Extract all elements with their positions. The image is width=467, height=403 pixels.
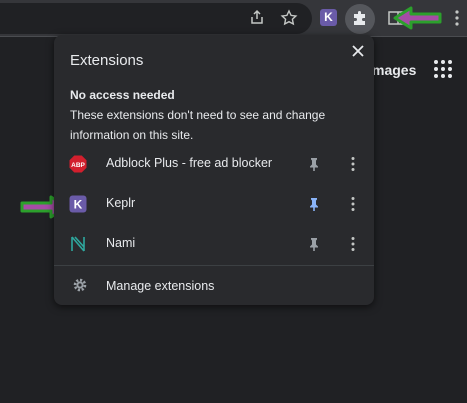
gear-icon <box>73 278 87 292</box>
more-options-icon[interactable] <box>344 235 362 253</box>
more-options-icon[interactable] <box>344 195 362 213</box>
section-description: These extensions don't need to see and c… <box>70 108 326 142</box>
manage-extensions-button[interactable]: Manage extensions <box>54 270 374 300</box>
divider <box>54 265 374 266</box>
close-icon[interactable] <box>348 41 368 61</box>
extension-row-nami[interactable]: Nami <box>54 224 374 264</box>
manage-extensions-label: Manage extensions <box>106 279 215 293</box>
extension-name: Adblock Plus - free ad blocker <box>106 156 273 170</box>
bookmark-star-icon[interactable] <box>279 8 299 28</box>
nami-icon <box>71 236 85 252</box>
menu-more-icon[interactable] <box>447 8 467 28</box>
keplr-extension-icon[interactable]: K <box>320 9 337 26</box>
abp-icon: ABP <box>69 155 87 173</box>
extension-row-adblock[interactable]: ABP Adblock Plus - free ad blocker <box>54 144 374 184</box>
section-title: No access needed <box>70 88 175 102</box>
annotation-arrow-left-icon <box>393 6 442 30</box>
images-link[interactable]: mages <box>372 62 416 78</box>
popup-title: Extensions <box>70 52 144 69</box>
svg-text:ABP: ABP <box>71 162 85 169</box>
pin-icon[interactable] <box>306 236 322 252</box>
svg-text:K: K <box>74 198 83 212</box>
extensions-popup: Extensions No access needed These extens… <box>54 35 374 305</box>
keplr-icon: K <box>69 195 87 213</box>
pin-icon-pinned[interactable] <box>306 196 322 212</box>
extension-name: Keplr <box>106 196 136 210</box>
extensions-puzzle-icon[interactable] <box>350 8 370 28</box>
pin-icon[interactable] <box>306 156 322 172</box>
share-icon[interactable] <box>247 8 267 28</box>
extension-row-keplr[interactable]: K Keplr <box>54 184 374 224</box>
more-options-icon[interactable] <box>344 155 362 173</box>
extension-name: Nami <box>106 236 136 250</box>
browser-toolbar: K <box>0 0 467 37</box>
apps-grid-icon[interactable] <box>434 60 454 80</box>
